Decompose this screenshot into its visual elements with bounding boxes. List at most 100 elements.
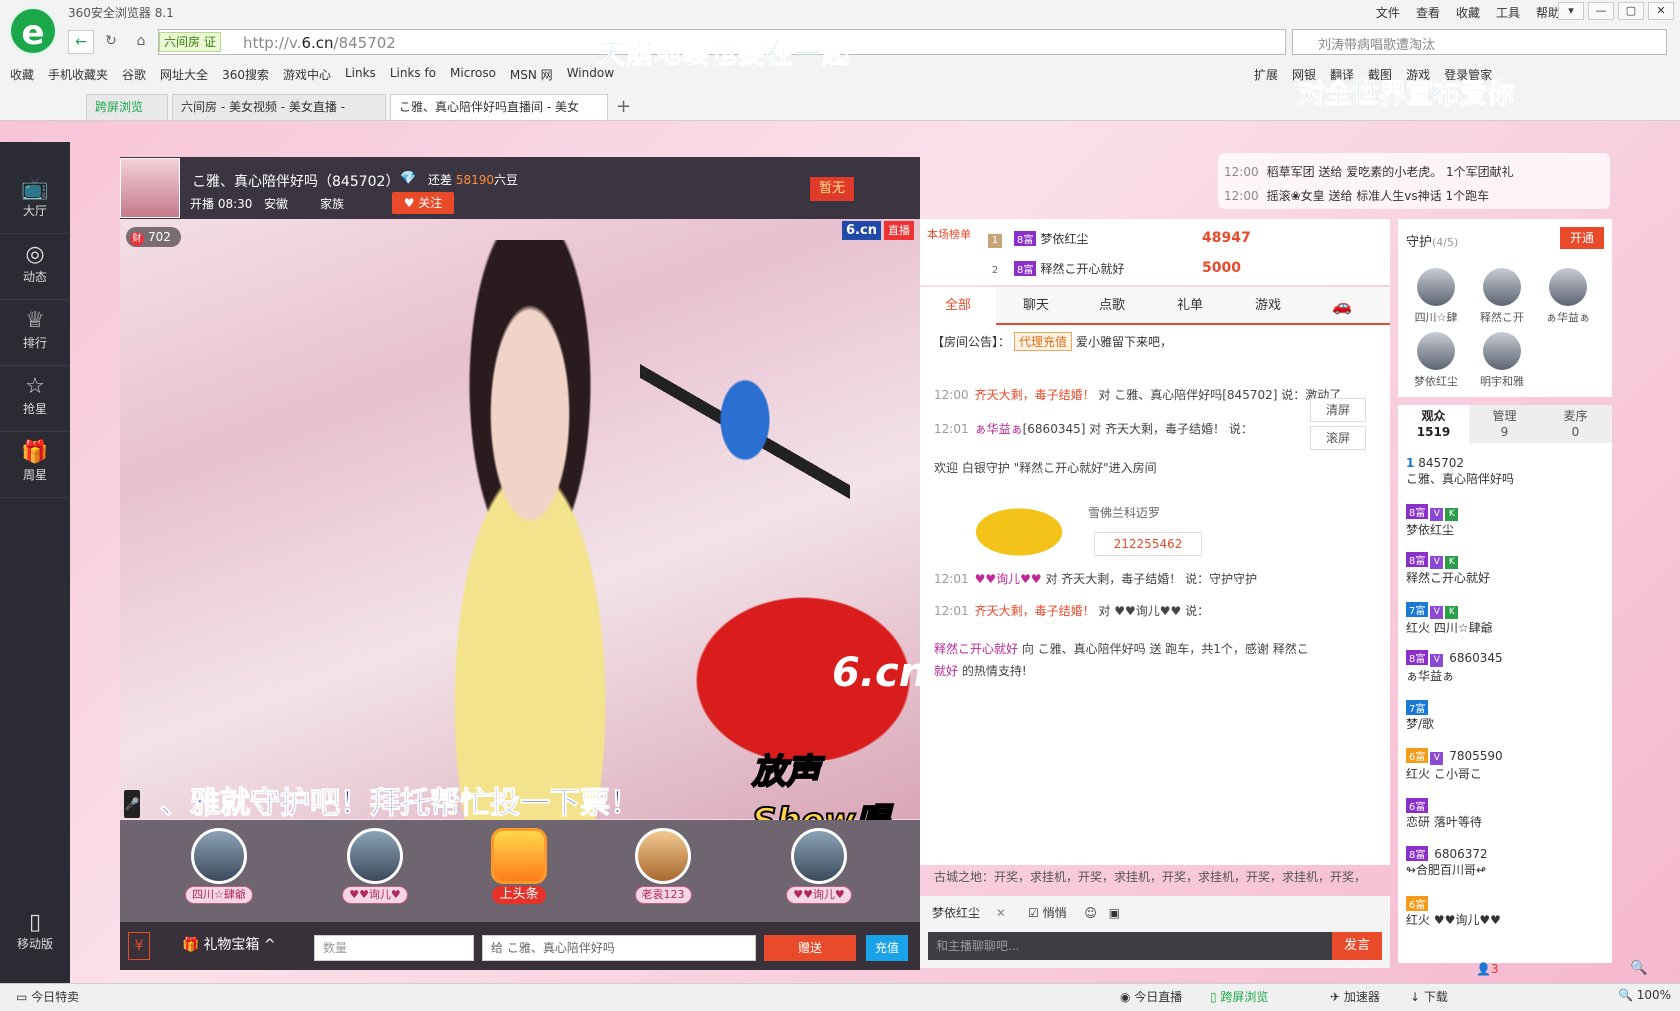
bookmark-item[interactable]: 收藏 (10, 66, 34, 83)
bookmark-item[interactable]: 网址大全 (160, 66, 208, 83)
search-input[interactable]: 刘涛带病唱歌遭淘汰 (1318, 34, 1435, 53)
guard-member[interactable]: ぁ华益ぁ (1538, 268, 1598, 325)
bookmark-item[interactable]: Microso (450, 66, 496, 83)
nav-rank[interactable]: ♕ 排行 (0, 300, 70, 366)
clear-screen-button[interactable]: 清屏 (1310, 398, 1366, 422)
bookmark-item[interactable]: Links fo (390, 66, 436, 83)
gift-box-button[interactable]: 🎁 礼物宝箱 ^ (182, 934, 276, 954)
announce-tag[interactable]: 代理充值 (1014, 332, 1073, 351)
notice-item[interactable]: 12:00 摇滚❀女皇 送给 标准人生vs神话 1个跑车 (1224, 187, 1489, 204)
tab-games[interactable]: 游戏 (1230, 287, 1306, 325)
recharge-button[interactable]: 充值 (866, 935, 908, 961)
close-icon[interactable]: ✕ (996, 906, 1006, 920)
ranking-label[interactable]: 本场榜单 (926, 228, 972, 242)
chat-input[interactable]: 和主播聊聊吧... (928, 932, 1332, 960)
emoji-icon[interactable]: ☺ (1084, 906, 1097, 920)
address-text[interactable]: http://v.6.cn/845702 (243, 34, 396, 52)
online-count[interactable]: 👤3 (1476, 962, 1499, 976)
browser-logo-icon[interactable]: e (8, 6, 58, 56)
open-guard-button[interactable]: 开通 (1560, 227, 1604, 249)
stage-guard[interactable]: ♥♥询儿♥ (330, 828, 420, 904)
stage-guard[interactable]: 老袁123 (618, 828, 708, 904)
tab-song[interactable]: 点歌 (1074, 287, 1150, 325)
audience-item[interactable]: 8富 6806372 ↬合肥百川哥↫ (1406, 846, 1488, 878)
audience-item[interactable]: 1 845702 こ雅、真心陪伴好吗 (1406, 456, 1514, 487)
stage-guard[interactable]: 四川☆肆爺 (174, 828, 264, 904)
menu-help[interactable]: 帮助 (1536, 4, 1560, 21)
tab-mic-queue[interactable]: 麦序 0 (1540, 405, 1611, 443)
audience-item[interactable]: 7富 V K 红火 四川☆肆爺 (1406, 602, 1493, 636)
bookmark-item[interactable]: Links (345, 66, 376, 83)
zoom-level[interactable]: 🔍 100% (1618, 988, 1671, 1002)
site-verified-badge[interactable]: 六间房 证 (159, 32, 221, 52)
gift-quantity-input[interactable]: 数量 (314, 935, 474, 961)
tab-live-room[interactable]: こ雅、真心陪伴好吗直播间 - 美女 (390, 94, 608, 120)
close-icon[interactable]: ✕ (1648, 2, 1674, 20)
nav-weekly-star[interactable]: 🎁 周星 (0, 432, 70, 498)
tab-gift-list[interactable]: 礼单 (1152, 287, 1228, 325)
follow-button[interactable]: ♥ 关注 (392, 192, 454, 214)
guard-member[interactable]: 明宇和雅 (1472, 332, 1532, 389)
tab-cross-screen[interactable]: 跨屏浏览 (86, 94, 168, 120)
msg-user[interactable]: ♥♥询儿♥♥ (975, 572, 1042, 586)
guard-member[interactable]: 释然こ开 (1472, 268, 1532, 325)
gift-recipient-select[interactable]: 给 こ雅、真心陪伴好吗 (482, 935, 756, 961)
mic-icon[interactable]: 🎤 (124, 790, 140, 818)
nav-hall[interactable]: 📺 大厅 (0, 168, 70, 234)
bookmark-item[interactable]: 360搜索 (222, 66, 269, 83)
nav-feed[interactable]: ◎ 动态 (0, 234, 70, 300)
send-message-button[interactable]: 发言 (1332, 932, 1382, 960)
menu-view[interactable]: 查看 (1416, 4, 1440, 21)
status-download[interactable]: ↓ 下载 (1410, 988, 1448, 1005)
bookmark-item[interactable]: MSN 网 (510, 66, 553, 83)
tab-all[interactable]: 全部 (920, 287, 996, 325)
tab-chat[interactable]: 聊天 (998, 287, 1074, 325)
image-icon[interactable]: ▣ (1109, 906, 1120, 920)
whisper-checkbox[interactable]: ☑ 悄悄 ☺ ▣ (1028, 904, 1120, 921)
mobile-version[interactable]: ▯ 移动版 (0, 910, 70, 966)
msg-user[interactable]: ぁ华益ぁ (975, 422, 1023, 436)
status-cross-screen[interactable]: ▯ 跨屏浏览 (1210, 988, 1268, 1005)
bookmark-item[interactable]: Window (567, 66, 614, 83)
maximize-icon[interactable]: ▢ (1618, 2, 1644, 20)
scroll-screen-button[interactable]: 滚屏 (1310, 426, 1366, 450)
ranking-row[interactable]: 2 8富 释然こ开心就好 5000 (988, 260, 1241, 278)
stage-guard[interactable]: ♥♥询儿♥ (774, 828, 864, 904)
menu-tools[interactable]: 工具 (1496, 4, 1520, 21)
audience-item[interactable]: 6富 恋研 落叶等待 (1406, 798, 1482, 830)
audience-item[interactable]: 8富 V K 释然こ开心就好 (1406, 552, 1490, 586)
audience-item[interactable]: 8富 V K 梦依红尘 (1406, 504, 1460, 538)
bookmark-item[interactable]: 游戏中心 (283, 66, 331, 83)
bookmark-item[interactable]: 手机收藏夹 (48, 66, 108, 83)
nav-grab-star[interactable]: ☆ 抢星 (0, 366, 70, 432)
chat-target-chip[interactable]: 梦依红尘 ✕ (932, 904, 1006, 921)
send-gift-button[interactable]: 赠送 (764, 935, 856, 961)
ranking-row[interactable]: 1 8富 梦依红尘 48947 (988, 230, 1251, 248)
msg-user[interactable]: 齐天大剩，毒子结婚！ (975, 388, 1095, 402)
msg-user[interactable]: 就好 (934, 664, 958, 678)
tab-6cn-home[interactable]: 六间房 - 美女视频 - 美女直播 - (172, 94, 386, 120)
home-button[interactable]: ⌂ (128, 30, 154, 54)
status-live-today[interactable]: ◉ 今日直播 (1120, 988, 1182, 1005)
back-button[interactable]: ← (68, 30, 94, 54)
new-tab-icon[interactable]: + (616, 96, 631, 117)
tab-audience[interactable]: 观众 1519 (1398, 405, 1469, 443)
headline-button[interactable]: 上头条 (474, 828, 564, 904)
audience-item[interactable]: 8富 V 6860345 ぁ华益ぁ (1406, 650, 1503, 684)
audience-item[interactable]: 6富 V 7805590 红火 こ小哥こ (1406, 748, 1503, 782)
anchor-avatar[interactable] (120, 158, 180, 218)
msg-user[interactable]: 释然こ开心就好 (934, 642, 1018, 656)
audience-item[interactable]: 6富 红火 ♥♥询儿♥♥ (1406, 896, 1501, 928)
notice-item[interactable]: 12:00 稻草军团 送给 爱吃素的小老虎。 1个军团献礼 (1224, 163, 1514, 180)
audience-item[interactable]: 7富 梦/歌 (1406, 700, 1434, 732)
menu-favorites[interactable]: 收藏 (1456, 4, 1480, 21)
search-icon[interactable]: 🔍 (1630, 960, 1647, 976)
refresh-button[interactable]: ↻ (98, 30, 124, 54)
minimize-icon[interactable]: — (1588, 2, 1614, 20)
family[interactable]: 家族 (320, 195, 344, 212)
car-icon[interactable]: 🚗 (1332, 296, 1352, 315)
tab-managers[interactable]: 管理 9 (1469, 405, 1540, 443)
guard-member[interactable]: 梦依红尘 (1406, 332, 1466, 389)
skin-icon[interactable]: ▾ (1558, 2, 1584, 20)
msg-user[interactable]: 齐天大剩，毒子结婚！ (975, 604, 1095, 618)
